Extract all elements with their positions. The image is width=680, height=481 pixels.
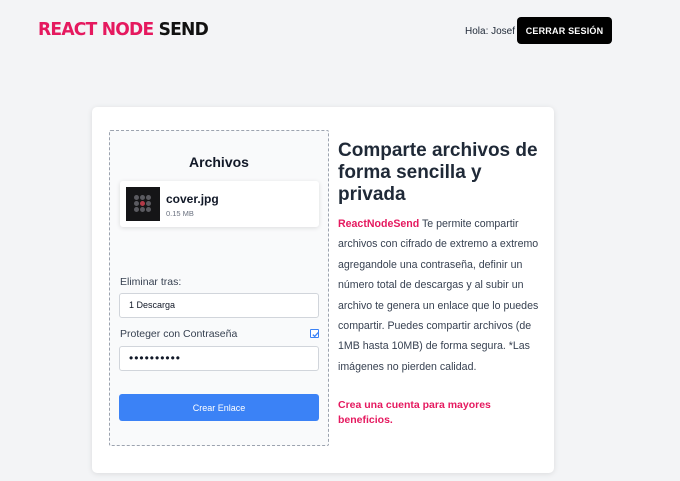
info-description: ReactNodeSend Te permite compartir archi…: [338, 214, 542, 377]
password-value: ••••••••••: [129, 351, 182, 365]
info-heading: Comparte archivos de forma sencilla y pr…: [338, 140, 538, 205]
logo[interactable]: REACT NODE SEND: [38, 19, 209, 40]
file-size: 0.15 MB: [166, 209, 194, 218]
password-input[interactable]: ••••••••••: [119, 346, 319, 371]
file-thumbnail: [126, 187, 160, 221]
delete-after-select[interactable]: 1 Descarga: [119, 293, 319, 318]
checkmark-icon: [312, 332, 319, 338]
delete-after-value: 1 Descarga: [129, 300, 176, 310]
password-protect-label: Proteger con Contraseña: [120, 328, 238, 340]
file-name: cover.jpg: [166, 192, 219, 206]
logo-text-react-node: REACT NODE: [38, 19, 154, 40]
delete-after-label: Eliminar tras:: [120, 276, 182, 288]
logo-text-send: SEND: [158, 19, 209, 40]
password-protect-checkbox[interactable]: [310, 329, 319, 338]
file-item: cover.jpg 0.15 MB: [120, 181, 319, 227]
user-greeting: Hola: Josef: [465, 26, 516, 37]
upload-dropzone[interactable]: Archivos cover.jpg 0.15 MB Eliminar tras…: [109, 130, 329, 446]
brand-name: ReactNodeSend: [338, 218, 420, 230]
files-title: Archivos: [189, 154, 249, 170]
create-account-link[interactable]: Crea una cuenta para mayores beneficios.: [338, 398, 528, 428]
logout-button[interactable]: CERRAR SESIÓN: [517, 17, 612, 44]
description-text: Te permite compartir archivos con cifrad…: [338, 218, 539, 373]
create-link-button[interactable]: Crear Enlace: [119, 394, 319, 421]
